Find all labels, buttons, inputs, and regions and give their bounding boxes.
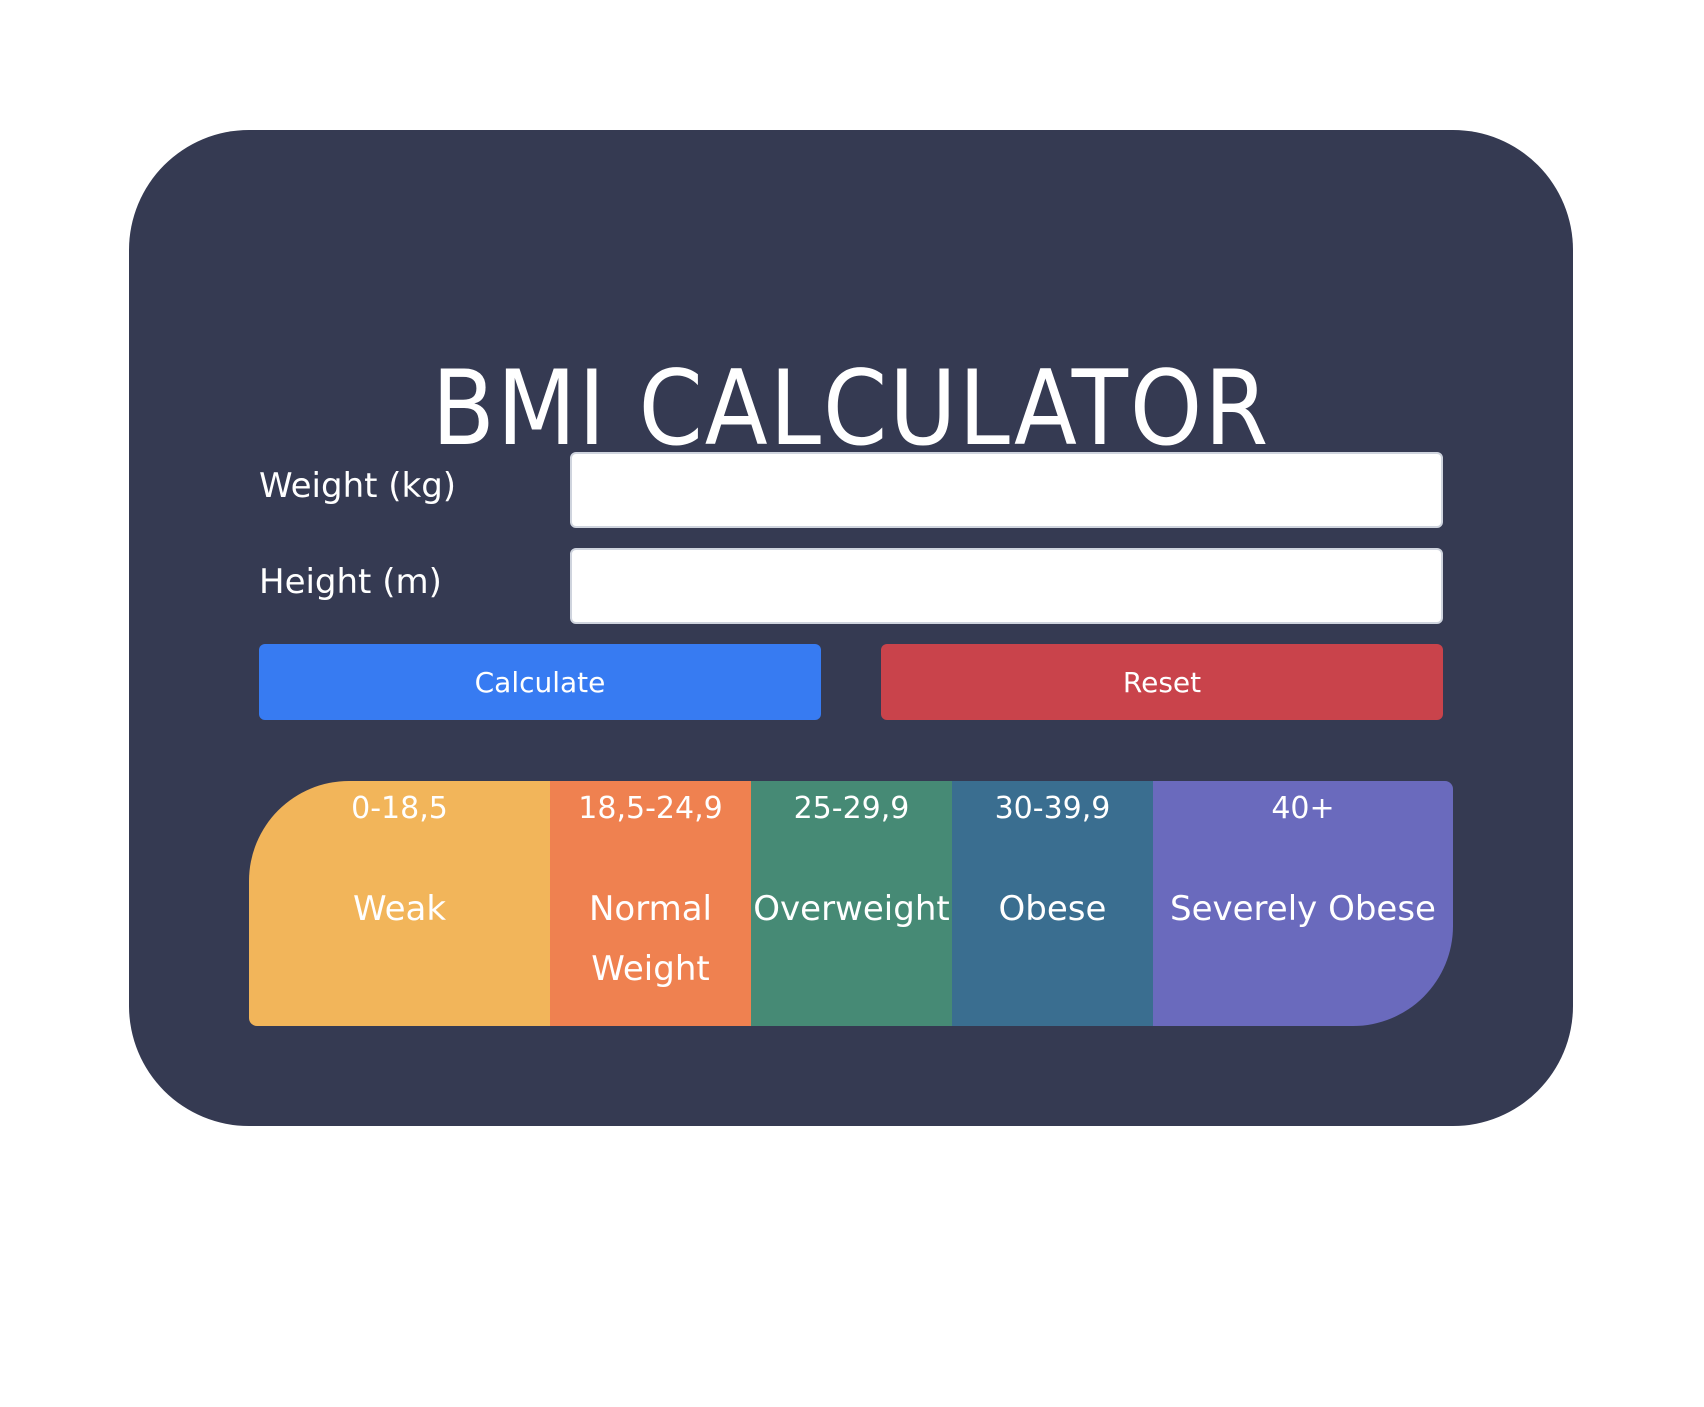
scale-segment-obese: 30-39,9 Obese: [952, 781, 1153, 1026]
page-title: BMI CALCULATOR: [431, 348, 1271, 469]
scale-segment-weak: 0-18,5 Weak: [249, 781, 550, 1026]
weight-input[interactable]: [570, 452, 1443, 528]
scale-category: Obese: [998, 889, 1107, 929]
scale-range: 40+: [1271, 791, 1335, 826]
scale-category: Normal Weight: [588, 889, 713, 989]
bmi-scale: 0-18,5 Weak 18,5-24,9 Normal Weight 25-2…: [249, 781, 1453, 1026]
scale-range: 0-18,5: [351, 791, 448, 826]
calculate-button[interactable]: Calculate: [259, 644, 821, 720]
scale-category: Overweight: [753, 889, 950, 929]
scale-category: Severely Obese: [1170, 889, 1436, 929]
weight-label: Weight (kg): [259, 466, 457, 506]
scale-category: Weak: [352, 889, 447, 929]
height-label: Height (m): [259, 562, 442, 602]
reset-button[interactable]: Reset: [881, 644, 1443, 720]
scale-range: 25-29,9: [793, 791, 910, 826]
scale-segment-severely-obese: 40+ Severely Obese: [1153, 781, 1453, 1026]
height-row: Height (m): [259, 548, 1443, 624]
scale-range: 18,5-24,9: [578, 791, 723, 826]
weight-row: Weight (kg): [259, 452, 1443, 528]
height-input[interactable]: [570, 548, 1443, 624]
scale-range: 30-39,9: [994, 791, 1111, 826]
scale-segment-overweight: 25-29,9 Overweight: [751, 781, 952, 1026]
bmi-card: BMI CALCULATOR Weight (kg) Height (m) Ca…: [129, 130, 1573, 1126]
scale-segment-normal-weight: 18,5-24,9 Normal Weight: [550, 781, 751, 1026]
